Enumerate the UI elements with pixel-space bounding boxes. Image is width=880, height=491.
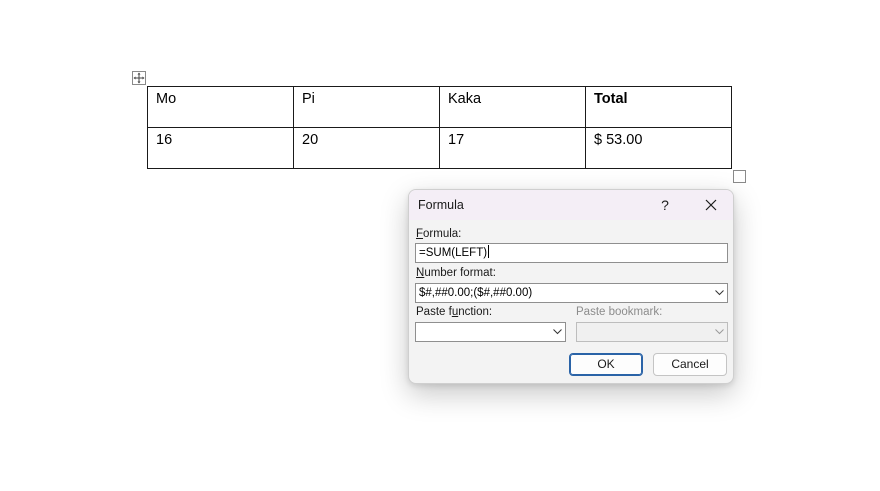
chevron-down-icon — [711, 323, 727, 341]
close-button[interactable] — [696, 193, 726, 217]
table-cell-value[interactable]: 17 — [439, 127, 586, 169]
table-move-handle-icon[interactable] — [132, 71, 146, 85]
formula-dialog: Formula ? Formula: =SUM(LEFT) Number for… — [408, 189, 734, 384]
paste-function-label: Paste function: — [416, 306, 493, 318]
formula-input[interactable]: =SUM(LEFT) — [415, 243, 728, 263]
table-cell-pi[interactable]: Pi — [293, 86, 440, 128]
number-format-value: $#,##0.00;($#,##0.00) — [419, 287, 533, 299]
table-row: 16 20 17 $ 53.00 — [147, 127, 732, 169]
table-cell-value[interactable]: 20 — [293, 127, 440, 169]
chevron-down-icon[interactable] — [549, 323, 565, 341]
paste-function-select[interactable] — [415, 322, 566, 342]
help-button[interactable]: ? — [650, 193, 680, 217]
table-cell-mo[interactable]: Mo — [147, 86, 294, 128]
paste-bookmark-select — [576, 322, 728, 342]
dialog-titlebar[interactable]: Formula ? — [409, 190, 733, 220]
number-format-combobox[interactable]: $#,##0.00;($#,##0.00) — [415, 283, 728, 303]
cancel-button[interactable]: Cancel — [653, 353, 727, 376]
table-resize-handle[interactable] — [733, 170, 746, 183]
table-cell-total[interactable]: Total — [585, 86, 732, 128]
paste-bookmark-label: Paste bookmark: — [576, 306, 663, 318]
table-cell-value[interactable]: 16 — [147, 127, 294, 169]
formula-input-value: =SUM(LEFT) — [419, 247, 488, 259]
formula-label: Formula: — [416, 228, 462, 240]
dialog-title: Formula — [418, 198, 464, 212]
number-format-label: Number format: — [416, 267, 496, 279]
table-cell-total-value[interactable]: $ 53.00 — [585, 127, 732, 169]
document-page: Mo Pi Kaka Total 16 20 17 $ 53.00 Formul… — [0, 0, 880, 491]
ok-button[interactable]: OK — [569, 353, 643, 376]
close-icon — [705, 199, 717, 211]
table-header-row: Mo Pi Kaka Total — [147, 86, 732, 128]
table-cell-kaka[interactable]: Kaka — [439, 86, 586, 128]
chevron-down-icon[interactable] — [711, 284, 727, 302]
document-table: Mo Pi Kaka Total 16 20 17 $ 53.00 — [147, 86, 732, 169]
